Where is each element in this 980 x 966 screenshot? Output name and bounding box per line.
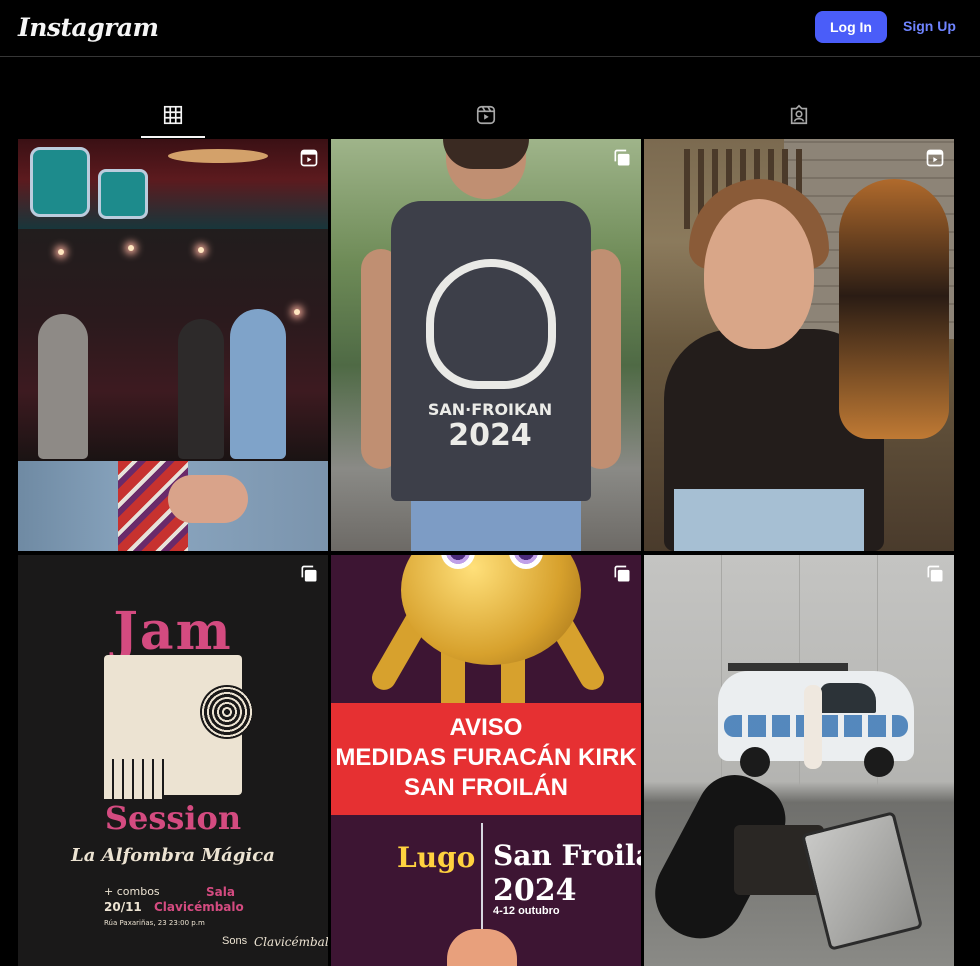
van-window (820, 683, 876, 713)
poster-city: Lugo (397, 841, 476, 874)
poster-title: Jam (113, 601, 233, 662)
piano-keys (104, 759, 164, 799)
person-figure (804, 685, 822, 769)
post-tile-reel-concert[interactable] (18, 139, 328, 551)
tshirt-print-text: SAN·FROIKAN 2024 (415, 401, 565, 452)
post-tile-tshirt[interactable]: SAN·FROIKAN 2024 (331, 139, 641, 551)
instagram-logo[interactable]: Instagram (18, 13, 159, 42)
stage-light (294, 309, 300, 315)
hand-shape (447, 929, 517, 966)
signup-link[interactable]: Sign Up (903, 18, 956, 34)
carousel-icon (301, 565, 317, 582)
octopus-print (426, 259, 556, 389)
poster-signature: Clavicémbalo (254, 935, 328, 949)
face-shape (704, 199, 814, 349)
cymbal-shape (168, 149, 268, 163)
post-tile-jam-session[interactable]: Jam Session La Alfombra Mágica + combos … (18, 555, 328, 966)
dog-shape (839, 179, 949, 439)
poster-brand: Sons (222, 935, 248, 947)
top-bar: Instagram Log In Sign Up (0, 0, 980, 57)
carousel-icon (614, 149, 630, 166)
carousel-badge (612, 148, 632, 168)
eye-shape (441, 555, 475, 569)
alert-line-3: SAN FROILÁN (404, 774, 568, 801)
poster-combos: + combos (104, 885, 160, 898)
poster-year: 2024 (493, 873, 577, 908)
tshirt-print-line1: SAN·FROIKAN (427, 400, 553, 419)
poster-subtitle: Session (104, 799, 242, 837)
carousel-badge (925, 564, 945, 584)
carousel-badge (299, 564, 319, 584)
alert-line-2: MEDIDAS FURACÁN KIRK (335, 744, 637, 771)
carousel-icon (614, 565, 630, 582)
tshirt-print-year: 2024 (448, 417, 532, 453)
reels-icon (300, 149, 318, 167)
tab-posts[interactable] (141, 100, 205, 138)
eye-shape (509, 555, 543, 569)
reels-badge (299, 148, 319, 168)
musician-figure (230, 309, 286, 459)
reels-badge (925, 148, 945, 168)
poster-venue-name: La Alfombra Mágica (71, 845, 275, 866)
tab-reels[interactable] (454, 100, 518, 138)
drum-shape (30, 147, 90, 217)
poster-place: Clavicémbalo (154, 900, 244, 914)
poster-address: Rúa Paxariñas, 23 23:00 p.m (104, 919, 205, 927)
stage-light (58, 249, 64, 255)
post-tile-van[interactable] (644, 555, 954, 966)
jeans-shape (411, 501, 581, 551)
poster-date: 20/11 (104, 900, 142, 914)
login-button[interactable]: Log In (815, 11, 887, 43)
tab-tagged[interactable] (767, 100, 831, 138)
alert-text: AVISO MEDIDAS FURACÁN KIRK SAN FROILÁN (331, 713, 641, 803)
reels-icon (476, 105, 496, 125)
stage-light (128, 245, 134, 251)
hand-shape (168, 475, 248, 523)
poster-event: San Froilán (493, 839, 641, 872)
drum-shape (98, 169, 148, 219)
poster-sala: Sala (206, 885, 235, 899)
roof-rack (728, 663, 848, 671)
carousel-badge (612, 564, 632, 584)
grid-icon (163, 105, 183, 125)
musician-figure (178, 319, 224, 459)
octopus-balloon (401, 555, 581, 665)
alert-line-1: AVISO (449, 714, 523, 741)
jeans-shape (674, 489, 864, 551)
flight-case (800, 811, 924, 951)
reels-icon (926, 149, 944, 167)
stage-light (198, 247, 204, 253)
profile-tabs (18, 100, 953, 138)
musician-figure (38, 314, 88, 459)
vinyl-shape (200, 685, 254, 739)
post-tile-aviso[interactable]: AVISO MEDIDAS FURACÁN KIRK SAN FROILÁN L… (331, 555, 641, 966)
carousel-icon (927, 565, 943, 582)
poster-dates: 4-12 outubro (493, 905, 560, 917)
tagged-icon (790, 104, 808, 125)
wheel-shape (864, 747, 894, 777)
post-tile-reel-dog[interactable] (644, 139, 954, 551)
wheel-shape (740, 747, 770, 777)
